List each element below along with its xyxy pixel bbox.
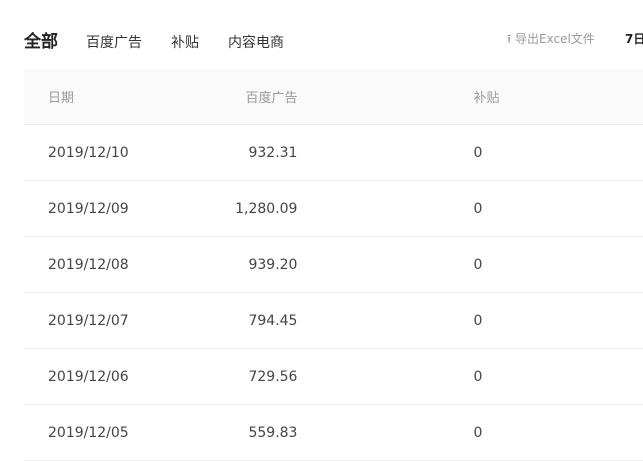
export-excel-button[interactable]: ⭱ 导出Excel文件 <box>507 30 595 51</box>
tab-all[interactable]: 全部 <box>24 27 58 52</box>
table-row: 2019/12/09 1,280.09 0 <box>24 180 643 237</box>
table-row: 2019/12/06 729.56 0 <box>24 348 643 405</box>
income-table: 日期 百度广告 补贴 2019/12/10 932.31 0 2019/12/09 1,… <box>24 69 643 461</box>
cell-date: 2019/12/06 <box>24 348 192 405</box>
cell-date: 2019/12/10 <box>24 124 192 181</box>
cell-subsidy: 0 <box>298 292 643 349</box>
cell-date: 2019/12/07 <box>24 292 192 349</box>
cell-baidu-ads: 729.56 <box>191 348 299 405</box>
tab-content-ecommerce[interactable]: 内容电商 <box>228 32 284 52</box>
category-tabs: 全部 百度广告 补贴 内容电商 <box>24 27 313 52</box>
table-row: 2019/12/08 939.20 0 <box>24 236 643 293</box>
cell-baidu-ads: 1,280.09 <box>191 180 299 237</box>
range-7-days-button[interactable]: 7日 <box>625 30 643 47</box>
tab-baidu-ads[interactable]: 百度广告 <box>86 32 142 52</box>
cell-subsidy: 0 <box>298 124 643 181</box>
table-row: 2019/12/10 932.31 0 <box>24 124 643 181</box>
table-row: 2019/12/07 794.45 0 <box>24 292 643 349</box>
cell-baidu-ads: 932.31 <box>191 124 299 181</box>
tab-subsidy[interactable]: 补贴 <box>171 32 199 52</box>
cell-baidu-ads: 559.83 <box>191 404 299 461</box>
cell-baidu-ads: 939.20 <box>191 236 299 293</box>
cell-subsidy: 0 <box>298 404 643 461</box>
cell-subsidy: 0 <box>298 236 643 293</box>
header-subsidy: 补贴 <box>298 69 643 125</box>
cell-date: 2019/12/09 <box>24 180 192 237</box>
cell-date: 2019/12/08 <box>24 236 192 293</box>
cell-subsidy: 0 <box>298 348 643 405</box>
cell-date: 2019/12/05 <box>24 404 192 461</box>
header-baidu-ads: 百度广告 <box>191 69 299 125</box>
table-header: 日期 百度广告 补贴 <box>24 69 643 125</box>
cell-baidu-ads: 794.45 <box>191 292 299 349</box>
table-row: 2019/12/05 559.83 0 <box>24 404 643 461</box>
cell-subsidy: 0 <box>298 180 643 237</box>
header-date: 日期 <box>24 69 192 125</box>
